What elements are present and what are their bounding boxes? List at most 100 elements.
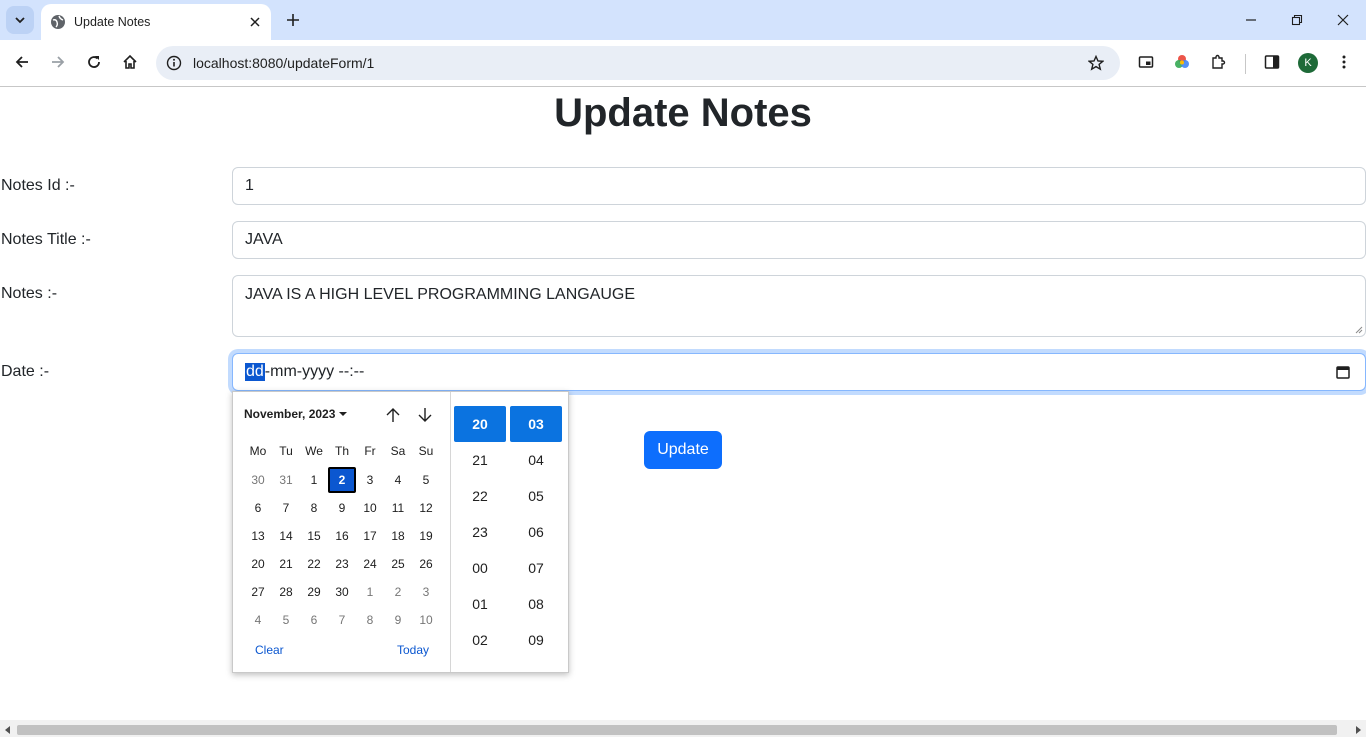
calendar-day[interactable]: 3: [356, 467, 384, 493]
notes-label: Notes :-: [1, 285, 58, 302]
minute-option[interactable]: 03: [510, 406, 562, 442]
notes-title-input[interactable]: JAVA: [232, 221, 1366, 259]
triangle-right-icon: [1356, 726, 1361, 734]
calendar-day[interactable]: 7: [328, 607, 356, 633]
plus-icon: [287, 14, 299, 26]
calendar-day[interactable]: 5: [412, 467, 440, 493]
minute-option[interactable]: 07: [510, 550, 562, 586]
browser-tab[interactable]: Update Notes: [41, 4, 271, 40]
close-window-button[interactable]: [1328, 5, 1358, 35]
calendar-day[interactable]: 30: [328, 579, 356, 605]
calendar-day[interactable]: 1: [300, 467, 328, 493]
browser-menu-button[interactable]: [1330, 48, 1358, 76]
minute-option[interactable]: 06: [510, 514, 562, 550]
hour-option[interactable]: 20: [454, 406, 506, 442]
hour-option[interactable]: 23: [454, 514, 506, 550]
calendar-day[interactable]: 10: [412, 607, 440, 633]
bookmark-star-icon[interactable]: [1084, 51, 1108, 75]
tab-close-button[interactable]: [245, 12, 265, 32]
calendar-day[interactable]: 9: [384, 607, 412, 633]
calendar-day[interactable]: 1: [356, 579, 384, 605]
calendar-day[interactable]: 24: [356, 551, 384, 577]
clear-button[interactable]: Clear: [255, 643, 284, 657]
calendar-day-selected[interactable]: 2: [328, 467, 356, 493]
calendar-day[interactable]: 7: [272, 495, 300, 521]
calendar-day[interactable]: 4: [384, 467, 412, 493]
media-button[interactable]: [1132, 48, 1160, 76]
previous-month-button[interactable]: [382, 404, 404, 426]
calendar-day[interactable]: 31: [272, 467, 300, 493]
address-bar[interactable]: localhost:8080/updateForm/1: [156, 46, 1120, 80]
restore-button[interactable]: [1282, 5, 1312, 35]
next-month-button[interactable]: [414, 404, 436, 426]
hour-option[interactable]: 00: [454, 550, 506, 586]
calendar-day[interactable]: 8: [356, 607, 384, 633]
extensions-button[interactable]: [1204, 48, 1232, 76]
calendar-day[interactable]: 15: [300, 523, 328, 549]
calendar-day[interactable]: 21: [272, 551, 300, 577]
hour-option[interactable]: 22: [454, 478, 506, 514]
scroll-right-button[interactable]: [1352, 724, 1364, 736]
minute-option[interactable]: 08: [510, 586, 562, 622]
update-button[interactable]: Update: [644, 431, 722, 469]
calendar-day[interactable]: 17: [356, 523, 384, 549]
calendar-day[interactable]: 10: [356, 495, 384, 521]
calendar-day[interactable]: 14: [272, 523, 300, 549]
calendar-day[interactable]: 25: [384, 551, 412, 577]
scrollbar-thumb[interactable]: [17, 725, 1337, 735]
calendar-day[interactable]: 9: [328, 495, 356, 521]
calendar-day[interactable]: 28: [272, 579, 300, 605]
date-input[interactable]: dd -mm-yyyy --:--: [232, 353, 1366, 391]
notes-textarea[interactable]: JAVA IS A HIGH LEVEL PROGRAMMING LANGAUG…: [232, 275, 1366, 337]
month-year-selector[interactable]: November, 2023: [244, 407, 348, 421]
calendar-day[interactable]: 20: [244, 551, 272, 577]
calendar-day[interactable]: 16: [328, 523, 356, 549]
hour-option[interactable]: 21: [454, 442, 506, 478]
back-button[interactable]: [8, 48, 36, 76]
calendar-day[interactable]: 19: [412, 523, 440, 549]
picker-divider: [450, 392, 451, 672]
color-extension-button[interactable]: [1168, 48, 1196, 76]
calendar-day[interactable]: 5: [272, 607, 300, 633]
calendar-day[interactable]: 13: [244, 523, 272, 549]
calendar-icon[interactable]: [1335, 364, 1351, 380]
site-info-icon[interactable]: [164, 53, 184, 73]
calendar-day[interactable]: 4: [244, 607, 272, 633]
scroll-left-button[interactable]: [2, 724, 14, 736]
calendar-day[interactable]: 29: [300, 579, 328, 605]
calendar-day[interactable]: 26: [412, 551, 440, 577]
resize-handle-icon[interactable]: [1355, 326, 1363, 334]
calendar-day[interactable]: 12: [412, 495, 440, 521]
calendar-day[interactable]: 18: [384, 523, 412, 549]
url-text[interactable]: localhost:8080/updateForm/1: [193, 55, 1084, 71]
calendar-day[interactable]: 22: [300, 551, 328, 577]
tab-search-button[interactable]: [6, 6, 34, 34]
calendar-day[interactable]: 27: [244, 579, 272, 605]
calendar-day[interactable]: 2: [384, 579, 412, 605]
date-day-segment[interactable]: dd: [245, 363, 265, 381]
more-vert-icon: [1342, 55, 1346, 69]
reload-button[interactable]: [80, 48, 108, 76]
close-icon: [1337, 14, 1349, 26]
profile-avatar[interactable]: K: [1298, 53, 1318, 73]
forward-button[interactable]: [44, 48, 72, 76]
hour-option[interactable]: 02: [454, 622, 506, 658]
calendar-day[interactable]: 23: [328, 551, 356, 577]
minute-option[interactable]: 05: [510, 478, 562, 514]
calendar-day[interactable]: 6: [300, 607, 328, 633]
side-panel-button[interactable]: [1258, 48, 1286, 76]
minute-option[interactable]: 09: [510, 622, 562, 658]
calendar-day[interactable]: 3: [412, 579, 440, 605]
minimize-button[interactable]: [1236, 5, 1266, 35]
date-rest-segment[interactable]: -mm-yyyy --:--: [265, 363, 365, 381]
calendar-day[interactable]: 6: [244, 495, 272, 521]
notes-id-input[interactable]: 1: [232, 167, 1366, 205]
calendar-day[interactable]: 11: [384, 495, 412, 521]
hour-option[interactable]: 01: [454, 586, 506, 622]
calendar-day[interactable]: 30: [244, 467, 272, 493]
calendar-day[interactable]: 8: [300, 495, 328, 521]
new-tab-button[interactable]: [281, 8, 305, 32]
minute-option[interactable]: 04: [510, 442, 562, 478]
home-button[interactable]: [116, 48, 144, 76]
today-button[interactable]: Today: [397, 643, 429, 657]
